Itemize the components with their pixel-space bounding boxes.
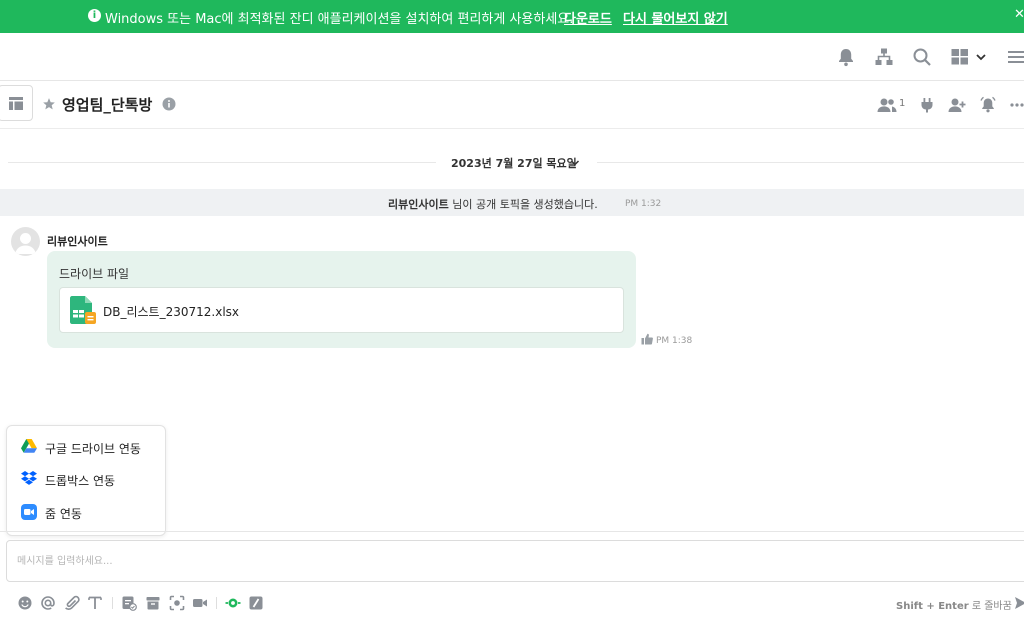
file-name: DB_리스트_230712.xlsx xyxy=(103,305,240,319)
mention-icon[interactable] xyxy=(40,595,56,611)
thumbs-up-icon[interactable] xyxy=(641,333,653,345)
dismiss-link[interactable]: 다시 물어보지 않기 xyxy=(623,8,728,27)
message-sender[interactable]: 리뷰인사이트 xyxy=(47,233,108,249)
newline-hint-keys: Shift + Enter xyxy=(896,601,969,612)
slash-command-icon[interactable] xyxy=(248,595,264,611)
message-time: PM 1:38 xyxy=(656,336,693,346)
screen-capture-icon[interactable] xyxy=(169,595,185,611)
zoom-label: 줌 연동 xyxy=(45,507,82,521)
system-message-body: 님이 공개 토픽을 생성했습니다. xyxy=(448,198,598,211)
dropbox-icon xyxy=(21,471,37,485)
avatar[interactable] xyxy=(11,227,40,256)
composer-divider xyxy=(0,531,1024,532)
send-icon[interactable] xyxy=(1014,595,1024,611)
banner-message: Windows 또는 Mac에 최적화된 잔디 애플리케이션을 설치하여 편리하… xyxy=(105,12,574,27)
video-call-icon[interactable] xyxy=(192,595,208,611)
top-bar xyxy=(0,33,1024,81)
archive-icon[interactable] xyxy=(145,595,161,611)
date-divider-right xyxy=(597,162,1024,163)
member-count: 1 xyxy=(899,98,906,109)
room-info-icon[interactable] xyxy=(162,97,176,111)
org-chart-icon[interactable] xyxy=(874,47,894,67)
spreadsheet-file-icon xyxy=(70,296,96,324)
connect-integration-icon[interactable] xyxy=(225,595,241,611)
chevron-down-icon[interactable] xyxy=(974,47,988,67)
system-message: 리뷰인사이트 님이 공개 토픽을 생성했습니다. PM 1:32 xyxy=(0,189,1024,216)
message-composer xyxy=(6,540,1024,582)
notification-settings-icon[interactable] xyxy=(979,96,997,114)
room-title: 영업팀_단톡방 xyxy=(62,96,153,114)
google-drive-menu-item[interactable]: 구글 드라이브 연동 xyxy=(7,432,165,462)
download-link[interactable]: 다운로드 xyxy=(564,8,612,27)
newline-hint-text: 로 줄바꿈 xyxy=(968,601,1012,612)
attachment-icon[interactable] xyxy=(64,595,80,611)
file-attachment-card[interactable]: DB_리스트_230712.xlsx xyxy=(59,287,624,333)
date-divider-left xyxy=(8,162,436,163)
bell-icon[interactable] xyxy=(836,47,856,67)
integrations-menu: 구글 드라이브 연동 드롭박스 연동 줌 연동 xyxy=(6,425,166,536)
dropbox-label: 드롭박스 연동 xyxy=(45,474,116,488)
apps-grid-icon[interactable] xyxy=(950,47,970,67)
zoom-menu-item[interactable]: 줌 연동 xyxy=(7,497,165,527)
sidebar-toggle-button[interactable] xyxy=(0,85,33,121)
todo-icon[interactable] xyxy=(121,595,137,611)
search-icon[interactable] xyxy=(912,47,932,67)
members-icon[interactable] xyxy=(877,97,897,113)
menu-icon[interactable] xyxy=(1006,47,1024,67)
date-separator: 2023년 7월 27일 목요일 xyxy=(0,150,1024,176)
google-drive-label: 구글 드라이브 연동 xyxy=(45,442,141,456)
date-label[interactable]: 2023년 7월 27일 목요일 xyxy=(451,155,577,171)
more-options-icon[interactable] xyxy=(1010,103,1024,107)
newline-hint: Shift + Enter 로 줄바꿈 xyxy=(896,597,1012,612)
star-icon[interactable] xyxy=(42,97,56,111)
info-icon: i xyxy=(88,9,101,22)
toolbar-separator xyxy=(112,597,113,609)
install-banner: i Windows 또는 Mac에 최적화된 잔디 애플리케이션을 설치하여 편… xyxy=(0,0,1024,33)
google-drive-icon xyxy=(21,439,37,453)
text-format-icon[interactable] xyxy=(87,595,103,611)
system-message-text: 리뷰인사이트 님이 공개 토픽을 생성했습니다. xyxy=(388,196,598,212)
invite-member-icon[interactable] xyxy=(948,97,966,113)
close-icon[interactable]: ✕ xyxy=(1014,7,1024,22)
default-avatar-icon xyxy=(15,233,36,254)
date-chevron-down-icon[interactable] xyxy=(570,159,580,167)
layout-icon xyxy=(9,97,23,110)
message-input[interactable] xyxy=(17,551,917,571)
dropbox-menu-item[interactable]: 드롭박스 연동 xyxy=(7,464,165,494)
message-title: 드라이브 파일 xyxy=(59,267,130,281)
plug-icon[interactable] xyxy=(919,97,935,113)
toolbar-separator xyxy=(216,597,217,609)
system-message-user: 리뷰인사이트 xyxy=(388,198,449,211)
composer-toolbar: Shift + Enter 로 줄바꿈 xyxy=(0,590,1024,616)
system-message-time: PM 1:32 xyxy=(625,199,662,209)
message-bubble: 드라이브 파일 DB_리스트_230712.xlsx xyxy=(47,251,636,348)
room-header: 영업팀_단톡방 1 xyxy=(0,81,1024,129)
emoji-icon[interactable] xyxy=(17,595,33,611)
zoom-icon xyxy=(21,504,37,520)
